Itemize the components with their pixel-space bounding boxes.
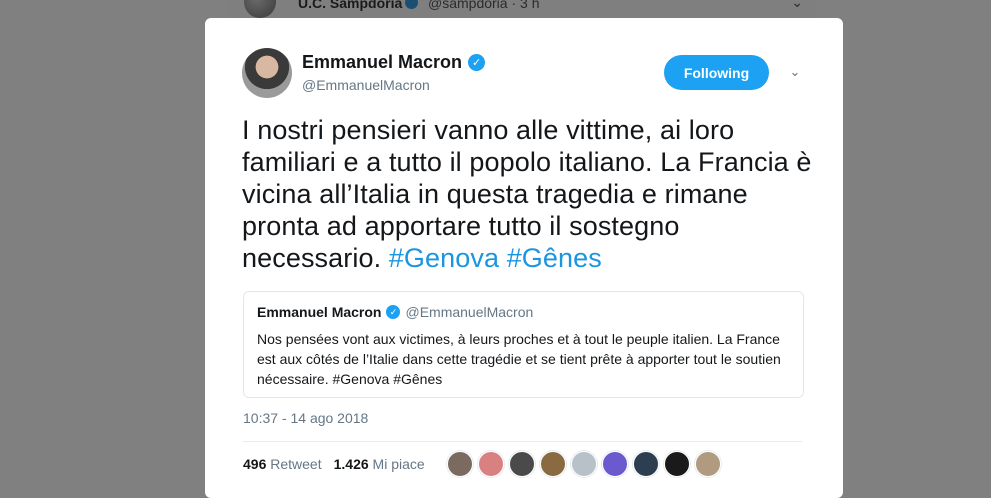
likes-stat[interactable]: 1.426 Mi piace (334, 456, 425, 472)
tweet-text: I nostri pensieri vanno alle vittime, ai… (242, 115, 812, 273)
hashtag-link[interactable]: #Gênes (507, 243, 602, 273)
hashtag-link[interactable]: #Genova (389, 243, 499, 273)
chevron-down-icon: ⌄ (791, 0, 803, 10)
likers-avatars (447, 451, 721, 477)
background-handle-time: @sampdoria · 3 h (428, 0, 540, 11)
liker-avatar[interactable] (664, 451, 690, 477)
quoted-author-name: Emmanuel Macron (257, 304, 382, 320)
quoted-author-handle: @EmmanuelMacron (405, 304, 534, 320)
divider (243, 441, 802, 442)
quoted-tweet[interactable]: Emmanuel Macron ✓ @EmmanuelMacron Nos pe… (243, 291, 804, 398)
liker-avatar[interactable] (602, 451, 628, 477)
tweet-card: Emmanuel Macron ✓ @EmmanuelMacron Follow… (205, 18, 843, 498)
author-name[interactable]: Emmanuel Macron ✓ (302, 52, 486, 73)
background-tweet: U.C. Sampdoria @sampdoria · 3 h ⌄ (228, 0, 815, 18)
background-author-name: U.C. Sampdoria (298, 0, 419, 11)
tweet-timestamp[interactable]: 10:37 - 14 ago 2018 (243, 410, 368, 426)
liker-avatar[interactable] (571, 451, 597, 477)
liker-avatar[interactable] (540, 451, 566, 477)
quoted-tweet-text: Nos pensées vont aux victimes, à leurs p… (257, 331, 781, 387)
following-button[interactable]: Following (664, 55, 769, 90)
quoted-tweet-header: Emmanuel Macron ✓ @EmmanuelMacron (257, 304, 533, 320)
liker-avatar[interactable] (447, 451, 473, 477)
background-avatar (244, 0, 276, 18)
liker-avatar[interactable] (695, 451, 721, 477)
liker-avatar[interactable] (509, 451, 535, 477)
tweet-stats: 496 Retweet 1.426 Mi piace (243, 456, 425, 472)
liker-avatar[interactable] (633, 451, 659, 477)
liker-avatar[interactable] (478, 451, 504, 477)
retweets-stat[interactable]: 496 Retweet (243, 456, 322, 472)
avatar[interactable] (242, 48, 292, 98)
chevron-down-icon[interactable]: ⌄ (787, 64, 803, 80)
author-handle[interactable]: @EmmanuelMacron (302, 77, 430, 93)
verified-badge-icon: ✓ (386, 305, 401, 319)
verified-badge-icon (405, 0, 419, 9)
verified-badge-icon: ✓ (468, 54, 486, 71)
